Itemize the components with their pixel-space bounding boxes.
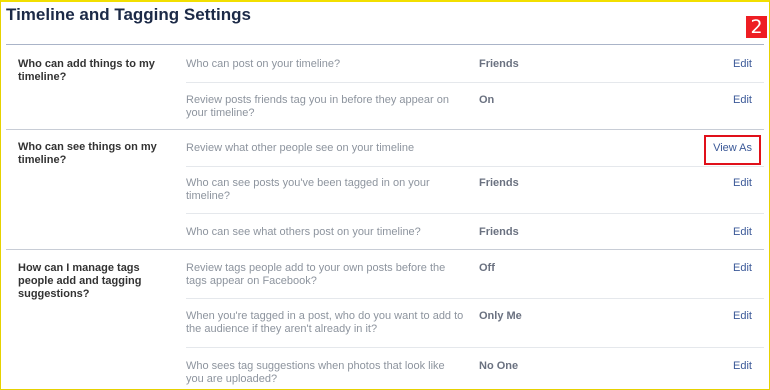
setting-description: Who can see posts you've been tagged in … xyxy=(186,177,430,202)
row-divider xyxy=(186,166,764,167)
section-label-manage-tags: How can I manage tags people add and tag… xyxy=(18,262,142,300)
section-divider xyxy=(6,129,764,130)
row-divider xyxy=(186,298,764,299)
edit-link[interactable]: Edit xyxy=(733,226,752,239)
row-divider xyxy=(186,82,764,83)
highlight-box xyxy=(704,135,761,165)
row-divider xyxy=(186,347,764,348)
edit-link[interactable]: Edit xyxy=(733,310,752,323)
section-label-see-things: Who can see things on my timeline? xyxy=(18,141,157,166)
setting-value: Friends xyxy=(479,226,519,238)
setting-description: When you're tagged in a post, who do you… xyxy=(186,310,464,335)
page-title: Timeline and Tagging Settings xyxy=(6,5,251,24)
setting-value: Off xyxy=(479,262,495,274)
setting-description: Review what other people see on your tim… xyxy=(186,142,415,154)
setting-value: Only Me xyxy=(479,310,522,322)
setting-description: Who can post on your timeline? xyxy=(186,58,341,70)
edit-link[interactable]: Edit xyxy=(733,177,752,190)
setting-value: On xyxy=(479,94,495,106)
edit-link[interactable]: Edit xyxy=(733,58,752,71)
setting-value: Friends xyxy=(479,177,519,189)
row-divider xyxy=(186,213,764,214)
setting-value: Friends xyxy=(479,58,519,70)
edit-link[interactable]: Edit xyxy=(733,262,752,275)
setting-description: Review posts friends tag you in before t… xyxy=(186,94,449,119)
setting-description: Who sees tag suggestions when photos tha… xyxy=(186,360,445,385)
setting-description: Who can see what others post on your tim… xyxy=(186,226,421,238)
edit-link[interactable]: Edit xyxy=(733,94,752,107)
edit-link[interactable]: Edit xyxy=(733,360,752,373)
section-label-add-things: Who can add things to my timeline? xyxy=(18,58,155,83)
setting-value: No One xyxy=(479,360,519,372)
section-divider xyxy=(6,249,764,250)
title-divider xyxy=(6,44,764,45)
setting-description: Review tags people add to your own posts… xyxy=(186,262,446,287)
step-number-badge: 2 xyxy=(746,16,767,38)
